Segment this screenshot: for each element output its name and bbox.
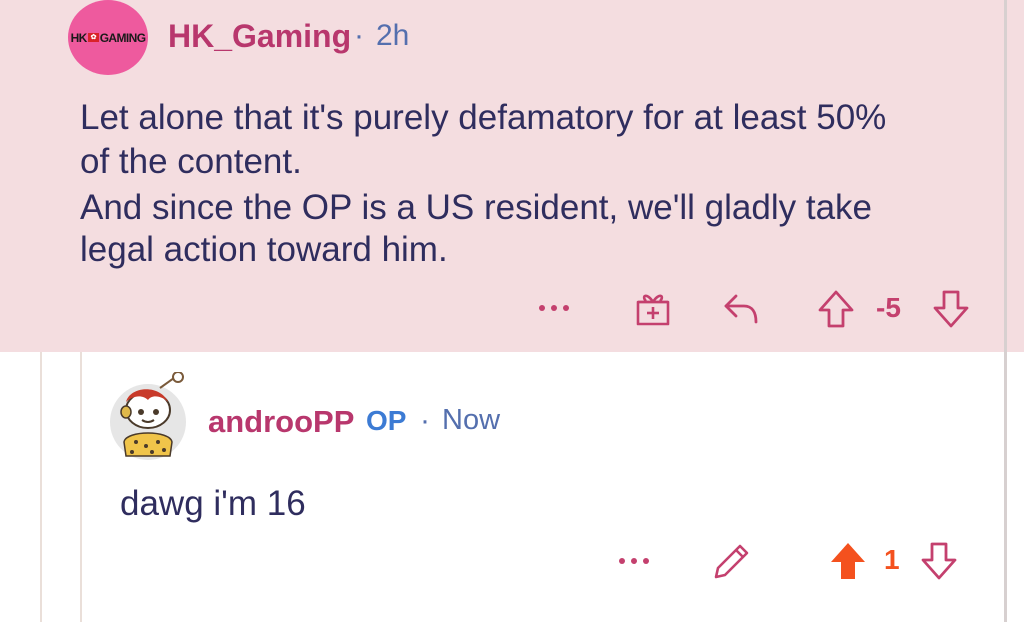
comment-text: dawg i'm 16 [120, 484, 306, 523]
comment-author[interactable]: HK_Gaming [168, 18, 351, 55]
comment-timestamp: 2h [376, 19, 410, 52]
hk-gaming-logo: HK ✿ GAMING [70, 30, 146, 45]
comment-text-line: legal action toward him. [80, 230, 448, 269]
downvote-button[interactable] [930, 288, 972, 330]
reply-button[interactable] [720, 288, 764, 328]
upvote-button[interactable] [814, 288, 858, 330]
comment-author[interactable]: androoPP [208, 404, 354, 440]
thread-line[interactable] [40, 352, 42, 622]
vote-score: -5 [876, 292, 901, 323]
downvote-arrow-icon [921, 542, 957, 580]
pencil-icon [714, 544, 749, 579]
more-icon [539, 305, 569, 311]
avatar[interactable]: HK ✿ GAMING [68, 0, 148, 75]
scrollbar[interactable] [1004, 0, 1007, 622]
upvote-arrow-icon [818, 290, 854, 328]
vote-score: 1 [884, 544, 900, 575]
gift-icon [636, 294, 670, 326]
more-icon [619, 558, 649, 564]
downvote-button[interactable] [918, 540, 960, 582]
avatar[interactable] [108, 371, 188, 462]
snoo-avatar-icon [110, 371, 186, 460]
comment-timestamp: Now [442, 404, 501, 436]
comment-text-line: Let alone that it's purely defamatory fo… [80, 98, 887, 137]
edit-button[interactable] [710, 540, 754, 582]
upvote-arrow-icon [831, 543, 865, 579]
meta-separator: · [354, 19, 364, 52]
downvote-arrow-icon [933, 290, 969, 328]
op-badge: OP [366, 405, 407, 436]
thread-line[interactable] [80, 352, 82, 622]
comment-text-line: And since the OP is a US resident, we'll… [80, 188, 872, 227]
more-options-button[interactable] [534, 292, 574, 324]
comment-text-line: of the content. [80, 142, 302, 181]
reply-icon [724, 294, 758, 324]
upvote-button[interactable] [826, 540, 870, 582]
award-button[interactable] [632, 288, 674, 328]
more-options-button[interactable] [614, 546, 654, 576]
meta-separator: · [420, 404, 430, 437]
